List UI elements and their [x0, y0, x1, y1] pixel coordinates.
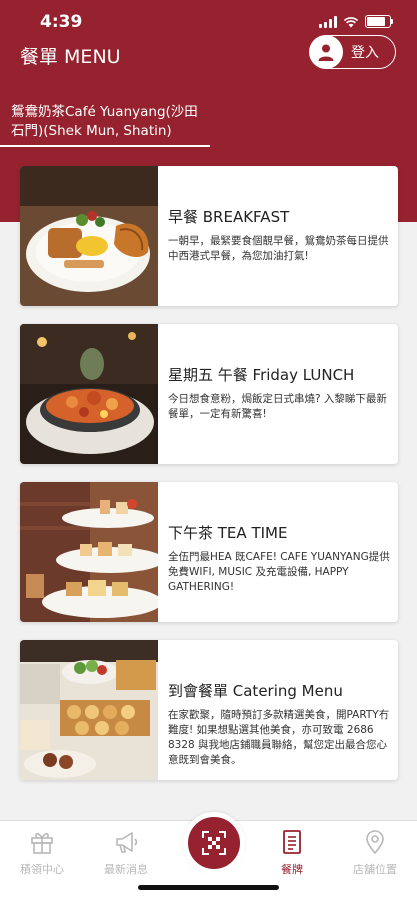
qr-scan-button[interactable]: [183, 812, 245, 874]
megaphone-icon: [116, 832, 138, 853]
tab-rewards[interactable]: 積領中心: [2, 829, 82, 877]
tab-store-location[interactable]: 店舖位置: [335, 829, 415, 877]
user-avatar-icon: [309, 35, 343, 69]
card-description: 今日想食意粉，焗飯定日式串燒? 入黎睇下最新餐單，一定有新驚喜!: [168, 393, 387, 420]
store-selector-underline: [0, 145, 210, 147]
tab-label: 積領中心: [20, 863, 64, 876]
menu-card-catering[interactable]: 到會餐單 Catering Menu 在家歡聚，隨時預訂多款精選美食，開PART…: [20, 640, 398, 780]
card-description: 在家歡聚，隨時預訂多款精選美食，開PARTY冇難度! 如果想點選其他美食，亦可致…: [168, 709, 390, 766]
location-icon: [366, 830, 384, 855]
status-icons: [319, 15, 393, 28]
card-title: 早餐 BREAKFAST: [168, 208, 290, 226]
wifi-icon: [343, 16, 359, 27]
status-time: 4:39: [40, 12, 83, 32]
store-selector[interactable]: 鴛鴦奶茶Café Yuanyang(沙田石門)(Shek Mun, Shatin…: [11, 103, 211, 141]
lunch-image: [20, 324, 158, 464]
card-description: 全伍門最HEA 既CAFE! CAFE YUANYANG提供免費WIFI, MU…: [168, 551, 390, 593]
card-description: 一朝早，最緊要食個靚早餐，鴛鴦奶茶每日提供中西港式早餐，為您加油打氣!: [168, 235, 389, 262]
tab-menu[interactable]: 餐牌: [252, 829, 332, 877]
catering-image: [20, 640, 158, 780]
qr-code-icon: [202, 831, 226, 855]
tab-label: 最新消息: [104, 863, 148, 876]
menu-card-tea-time[interactable]: 下午茶 TEA TIME 全伍門最HEA 既CAFE! CAFE YUANYAN…: [20, 482, 398, 622]
login-label: 登入: [351, 45, 379, 61]
signal-icon: [319, 15, 337, 28]
status-bar: 4:39: [0, 0, 417, 40]
card-title: 到會餐單 Catering Menu: [168, 682, 343, 700]
tea-time-image: [20, 482, 158, 622]
menu-card-breakfast[interactable]: 早餐 BREAKFAST 一朝早，最緊要食個靚早餐，鴛鴦奶茶每日提供中西港式早餐…: [20, 166, 398, 306]
home-indicator: [138, 885, 279, 890]
battery-icon: [365, 15, 393, 28]
login-button[interactable]: 登入: [309, 35, 396, 69]
menu-icon: [283, 830, 301, 854]
menu-card-lunch[interactable]: 星期五 午餐 Friday LUNCH 今日想食意粉，焗飯定日式串燒? 入黎睇下…: [20, 324, 398, 464]
card-title: 星期五 午餐 Friday LUNCH: [168, 366, 355, 384]
tab-news[interactable]: 最新消息: [86, 829, 166, 877]
card-title: 下午茶 TEA TIME: [168, 524, 288, 542]
breakfast-image: [20, 166, 158, 306]
tab-label: 餐牌: [281, 863, 303, 876]
tab-label: 店舖位置: [353, 863, 397, 876]
page-title: 餐單 MENU: [20, 46, 121, 68]
gift-icon: [31, 833, 53, 854]
